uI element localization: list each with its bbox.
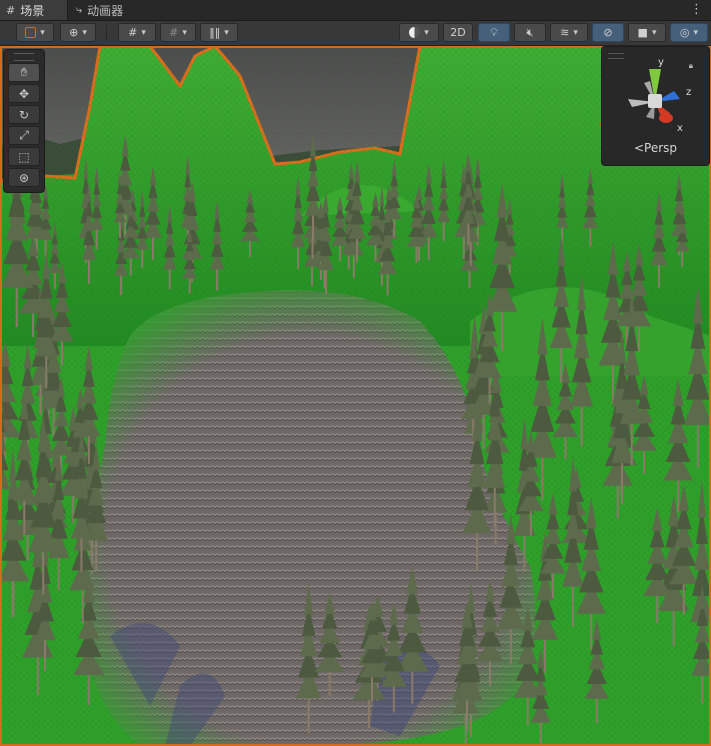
shading-mode-dropdown[interactable] xyxy=(399,23,439,42)
scale-icon: ⤢ xyxy=(19,128,29,142)
hand-icon: ✋︎ xyxy=(20,65,28,79)
draw-mode-dropdown[interactable] xyxy=(16,23,54,42)
tab-scene[interactable]: # 场景 xyxy=(0,0,68,20)
animator-icon: ⤷ xyxy=(76,3,83,16)
grid-icon: # xyxy=(6,3,16,17)
tool-palette: ✋︎ ✥ ↻ ⤢ ⬚ ⊛ xyxy=(3,49,45,193)
scene-toolbar: ⊕ # # ‖‖ 2D 💡︎ 🔇︎ ≋ ⊘ ■ ◎ xyxy=(0,21,711,46)
gizmos-dropdown[interactable]: ◎ xyxy=(670,23,708,42)
move-arrows-icon: ✥ xyxy=(18,86,30,101)
more-menu-icon[interactable]: ⋮ xyxy=(690,2,703,17)
tool-palette-grip[interactable] xyxy=(14,53,34,61)
global-local-dropdown[interactable]: ⊕ xyxy=(60,23,96,42)
projection-chevron-icon: < xyxy=(633,141,645,155)
camera-icon: ■ xyxy=(637,26,648,39)
lightbulb-icon: 💡︎ xyxy=(490,25,498,39)
rect-transform-icon: ⬚ xyxy=(18,149,30,164)
axis-gizmo: y z x xyxy=(628,57,691,134)
scene-visibility-toggle[interactable]: ⊘ xyxy=(592,23,624,42)
scale-tool-button[interactable]: ⤢ xyxy=(8,126,40,145)
camera-settings-dropdown[interactable]: ■ xyxy=(628,23,666,42)
grid-snap-icon: # xyxy=(128,26,138,39)
toggle-2d-label: 2D xyxy=(450,26,466,39)
increment-snap-dropdown[interactable]: ‖‖ xyxy=(200,23,238,42)
gizmo-x-label: x xyxy=(677,123,683,134)
audio-mute-icon: 🔇︎ xyxy=(526,25,534,39)
gizmos-icon: ◎ xyxy=(679,26,690,39)
scene-lighting-toggle[interactable]: 💡︎ xyxy=(478,23,510,42)
effects-layers-icon: ≋ xyxy=(560,26,570,39)
eye-slash-icon: ⊘ xyxy=(603,26,613,39)
grid-plane-icon: # xyxy=(169,26,179,39)
effects-dropdown[interactable]: ≋ xyxy=(550,23,588,42)
draw-mode-icon xyxy=(25,27,37,38)
grid-snap-dropdown[interactable]: # xyxy=(118,23,156,42)
grid-visibility-dropdown[interactable]: # xyxy=(160,23,196,42)
toggle-2d-button[interactable]: 2D xyxy=(443,23,473,42)
rect-tool-button[interactable]: ⬚ xyxy=(8,147,40,166)
globe-icon: ⊕ xyxy=(69,26,79,39)
tab-animator-label: 动画器 xyxy=(87,3,124,18)
transform-tool-button[interactable]: ⊛ xyxy=(8,168,40,187)
audio-toggle[interactable]: 🔇︎ xyxy=(514,23,546,42)
projection-label: Persp xyxy=(644,141,678,155)
hand-tool-button[interactable]: ✋︎ xyxy=(8,63,40,82)
gizmo-z-label: z xyxy=(686,87,691,98)
tab-scene-label: 场景 xyxy=(20,3,45,18)
projection-toggle[interactable]: <Persp xyxy=(602,141,709,155)
rotate-icon: ↻ xyxy=(18,107,30,122)
gizmo-y-label: y xyxy=(658,57,664,68)
move-tool-button[interactable]: ✥ xyxy=(8,84,40,103)
ruler-icon: ‖‖ xyxy=(209,26,221,39)
tab-animator[interactable]: ⤷ 动画器 xyxy=(70,0,140,20)
rotate-tool-button[interactable]: ↻ xyxy=(8,105,40,124)
transform-globe-icon: ⊛ xyxy=(18,170,30,185)
orientation-gizmo[interactable]: 🔒︎ y z x <Persp xyxy=(601,46,710,166)
shading-sphere-icon xyxy=(409,27,421,38)
toolbar-separator xyxy=(106,25,107,41)
tab-bar: # 场景 ⤷ 动画器 ⋮ xyxy=(0,0,711,21)
